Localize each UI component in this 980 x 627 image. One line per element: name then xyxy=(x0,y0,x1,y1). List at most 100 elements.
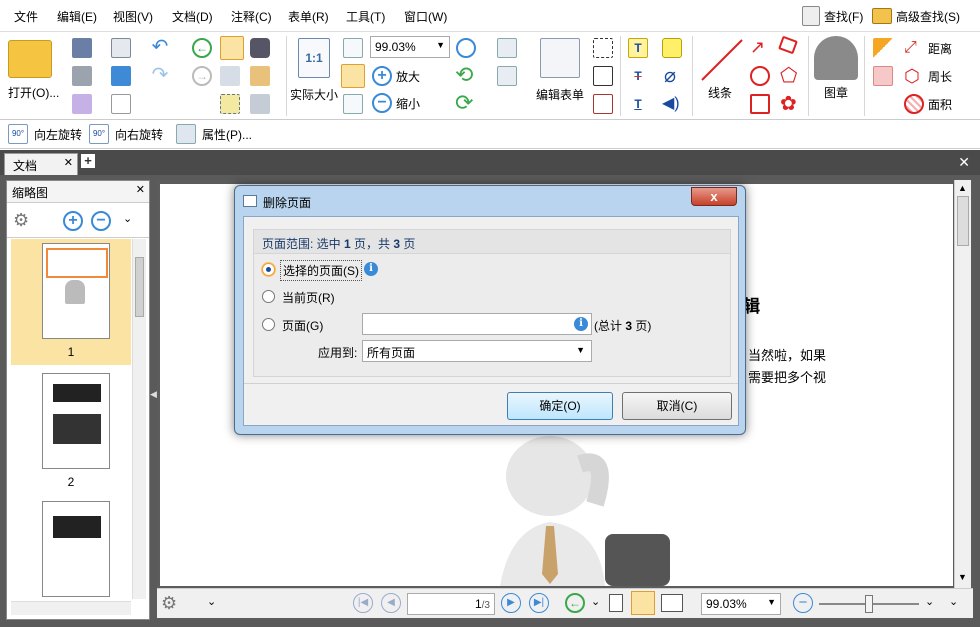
advanced-find-button[interactable]: 高级查找(S) xyxy=(872,5,960,27)
zoom-combo[interactable]: 99.03% ▼ xyxy=(370,36,450,58)
sticky-note-icon[interactable] xyxy=(662,38,682,58)
underline-icon[interactable]: T xyxy=(628,94,648,114)
document-vertical-scrollbar[interactable]: ▲ ▼ xyxy=(954,180,971,588)
go-back-icon[interactable]: ← xyxy=(565,593,585,613)
new-doc-icon[interactable] xyxy=(111,94,131,114)
rectangle-icon[interactable] xyxy=(750,94,770,114)
perimeter-button[interactable]: ⬡ 周长 xyxy=(904,66,952,86)
status-zoom-combo[interactable]: 99.03% ▼ xyxy=(701,593,781,615)
scroll-down-icon[interactable]: ▼ xyxy=(958,572,967,582)
scrollbar-thumb[interactable] xyxy=(135,257,144,317)
zoom-out-icon[interactable]: − xyxy=(793,593,813,613)
textbox-icon[interactable] xyxy=(497,38,517,58)
radio-current-page-label[interactable]: 当前页(R) xyxy=(282,289,335,306)
stamp-button[interactable]: 图章 xyxy=(814,36,858,101)
scrollbar-thumb[interactable] xyxy=(957,196,969,246)
zoom-in-button[interactable]: + 放大 xyxy=(372,66,420,86)
menu-comment[interactable]: 注释(C) xyxy=(231,8,272,25)
next-page-icon[interactable]: ▶ xyxy=(501,593,521,613)
lines-button[interactable]: 线条 xyxy=(700,38,744,101)
email-icon[interactable] xyxy=(111,38,131,58)
paste-icon[interactable] xyxy=(250,66,270,86)
thumbnail-horizontal-scrollbar[interactable] xyxy=(11,601,131,615)
export-icon[interactable] xyxy=(72,94,92,114)
menu-edit[interactable]: 编辑(E) xyxy=(57,8,97,25)
close-tab-icon[interactable]: ✕ xyxy=(64,156,73,169)
attachment-icon[interactable]: ⌀ xyxy=(664,66,684,86)
edit-form-button[interactable]: 编辑表单 xyxy=(536,38,584,103)
zoom-slider-thumb[interactable] xyxy=(865,595,873,613)
radio-selected-pages[interactable] xyxy=(262,263,275,276)
ellipse-icon[interactable] xyxy=(750,66,770,86)
strikeout-icon[interactable]: T xyxy=(628,66,648,86)
undo-icon[interactable]: ↶ xyxy=(150,37,170,58)
fit-width-icon[interactable] xyxy=(341,64,365,88)
facing-pages-icon[interactable] xyxy=(661,594,683,612)
zoom-in-magnifier-icon[interactable] xyxy=(456,38,476,58)
radio-current-page[interactable] xyxy=(262,290,275,303)
close-panel-icon[interactable]: ✕ xyxy=(136,183,145,196)
last-page-icon[interactable]: ▶| xyxy=(529,593,549,613)
actual-size-button[interactable]: 1:1 实际大小 xyxy=(290,38,338,103)
chevron-down-icon[interactable]: ⌄ xyxy=(123,212,132,225)
typewriter-icon[interactable]: T xyxy=(628,38,648,58)
eraser-icon[interactable] xyxy=(873,66,893,86)
forward-icon[interactable]: → xyxy=(192,66,212,86)
menu-view[interactable]: 视图(V) xyxy=(113,8,153,25)
text-field-tool-icon[interactable] xyxy=(593,38,613,58)
radio-page-range-label[interactable]: 页面(G) xyxy=(282,317,323,334)
save-icon[interactable] xyxy=(72,38,92,58)
chevron-down-icon[interactable]: ⌄ xyxy=(949,595,958,608)
chevron-down-icon[interactable]: ⌄ xyxy=(591,595,600,608)
open-button[interactable]: 打开(O)... xyxy=(8,40,59,101)
cloud-icon[interactable]: ✿ xyxy=(780,94,800,114)
area-button[interactable]: 面积 xyxy=(904,94,952,114)
enlarge-thumbnail-icon[interactable]: + xyxy=(63,211,83,231)
menu-file[interactable]: 文件 xyxy=(14,8,38,25)
menu-tools[interactable]: 工具(T) xyxy=(346,8,385,25)
chevron-down-icon[interactable]: ⌄ xyxy=(207,595,216,608)
radio-page-range[interactable] xyxy=(262,318,275,331)
menu-document[interactable]: 文档(D) xyxy=(172,8,213,25)
select-tool-icon[interactable] xyxy=(250,94,270,114)
thumbnail-item-1[interactable]: 1 xyxy=(11,239,131,365)
gear-icon[interactable]: ⚙ xyxy=(13,210,29,231)
rotate-cw-icon[interactable]: ⟳ xyxy=(455,92,475,114)
zoom-slider[interactable] xyxy=(819,595,919,613)
cancel-button[interactable]: 取消(C) xyxy=(622,392,732,420)
form-field-icon[interactable] xyxy=(497,66,517,86)
text-insert-tool-icon[interactable] xyxy=(593,94,613,114)
thumbnail-item-2[interactable]: 2 xyxy=(11,369,131,491)
new-tab-plus-icon[interactable]: + xyxy=(81,154,95,168)
fit-page-icon[interactable] xyxy=(343,38,363,58)
sound-icon[interactable]: ◀) xyxy=(662,94,682,114)
polygon-icon[interactable]: ⬠ xyxy=(780,66,800,86)
thumbnail-vertical-scrollbar[interactable] xyxy=(132,239,146,599)
dialog-close-button[interactable]: x xyxy=(691,187,737,206)
ok-button[interactable]: 确定(O) xyxy=(507,392,613,420)
redo-icon[interactable]: ↷ xyxy=(150,65,170,86)
document-tab[interactable]: 文档 ✕ xyxy=(4,153,78,175)
fit-visible-icon[interactable] xyxy=(343,94,363,114)
first-page-icon[interactable]: |◀ xyxy=(353,593,373,613)
thumbnail-item-3[interactable] xyxy=(42,501,110,597)
print-icon[interactable] xyxy=(72,66,92,86)
gear-icon[interactable]: ⚙ xyxy=(161,593,177,614)
arrow-icon[interactable]: ↗ xyxy=(750,38,770,58)
shrink-thumbnail-icon[interactable]: − xyxy=(91,211,111,231)
polyline-icon[interactable] xyxy=(778,35,798,55)
radio-selected-pages-label[interactable]: 选择的页面(S) xyxy=(280,260,362,281)
previous-page-icon[interactable]: ◀ xyxy=(381,593,401,613)
scroll-up-icon[interactable]: ▲ xyxy=(958,183,967,193)
pencil-icon[interactable] xyxy=(873,38,893,58)
back-icon[interactable]: ← xyxy=(192,38,212,58)
properties-button[interactable]: 属性(P)... xyxy=(176,124,252,144)
distance-button[interactable]: ⤢ 距离 xyxy=(904,38,952,58)
apply-to-select[interactable]: 所有页面 ▼ xyxy=(362,340,592,362)
page-range-input[interactable]: i xyxy=(362,313,592,335)
single-page-icon[interactable] xyxy=(609,594,623,612)
rotate-right-button[interactable]: 90° 向右旋转 xyxy=(89,124,163,144)
collapse-panel-icon[interactable]: ◀ xyxy=(150,389,157,400)
rotate-left-button[interactable]: 90° 向左旋转 xyxy=(8,124,82,144)
zoom-out-button[interactable]: − 缩小 xyxy=(372,93,420,113)
